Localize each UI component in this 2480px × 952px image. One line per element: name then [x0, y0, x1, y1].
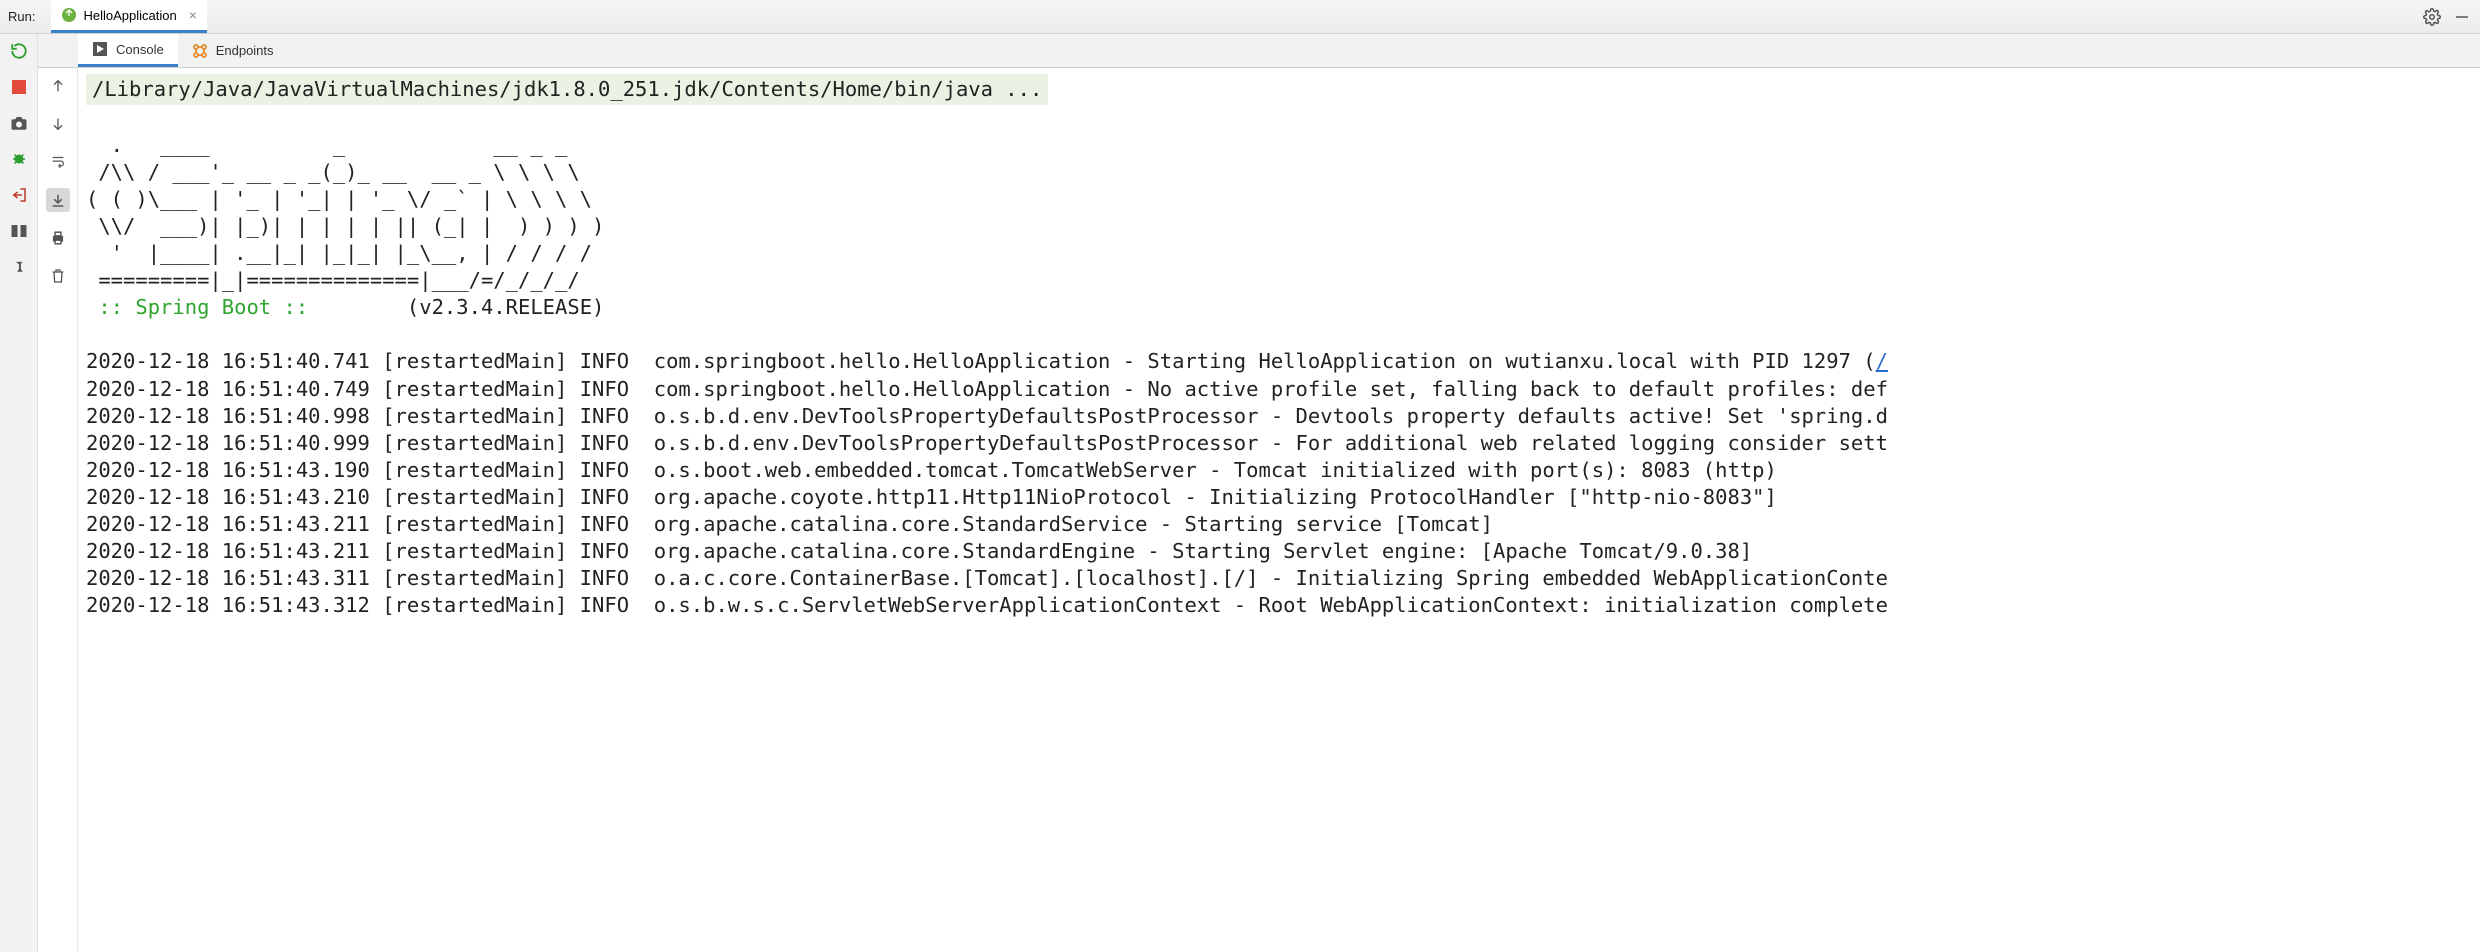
spring-boot-icon — [61, 7, 77, 23]
rerun-icon[interactable] — [8, 40, 30, 62]
run-body: Console Endpoints — [0, 34, 2480, 952]
down-arrow-icon[interactable] — [46, 112, 70, 136]
log-line: 2020-12-18 16:51:43.312 [restartedMain] … — [86, 593, 1888, 617]
console-toolbar — [38, 68, 78, 952]
tab-console[interactable]: Console — [78, 34, 178, 67]
scroll-to-end-icon[interactable] — [46, 188, 70, 212]
run-tool-window: Run: HelloApplication × — [0, 0, 2480, 952]
left-toolbar — [0, 34, 38, 952]
log-line: 2020-12-18 16:51:43.211 [restartedMain] … — [86, 512, 1493, 536]
log-line: 2020-12-18 16:51:43.210 [restartedMain] … — [86, 485, 1777, 509]
log-line: 2020-12-18 16:51:43.211 [restartedMain] … — [86, 539, 1752, 563]
up-arrow-icon[interactable] — [46, 74, 70, 98]
log-line: 2020-12-18 16:51:40.998 [restartedMain] … — [86, 404, 1888, 428]
pin-icon[interactable] — [8, 256, 30, 278]
console-output[interactable]: /Library/Java/JavaVirtualMachines/jdk1.8… — [78, 68, 2480, 952]
log-line: 2020-12-18 16:51:40.741 [restartedMain] … — [86, 349, 1888, 373]
run-label: Run: — [8, 9, 35, 24]
log-link[interactable]: / — [1876, 349, 1888, 373]
bug-icon[interactable] — [8, 148, 30, 170]
log-line: 2020-12-18 16:51:43.190 [restartedMain] … — [86, 458, 1777, 482]
run-config-tab[interactable]: HelloApplication × — [51, 0, 206, 33]
log-line: 2020-12-18 16:51:43.311 [restartedMain] … — [86, 566, 1888, 590]
layout-icon[interactable] — [8, 220, 30, 242]
tab-console-label: Console — [116, 42, 164, 57]
trash-icon[interactable] — [46, 264, 70, 288]
camera-icon[interactable] — [8, 112, 30, 134]
close-icon[interactable]: × — [189, 7, 197, 23]
print-icon[interactable] — [46, 226, 70, 250]
log-line: 2020-12-18 16:51:40.999 [restartedMain] … — [86, 431, 1888, 455]
gear-icon[interactable] — [2422, 7, 2442, 27]
endpoints-icon — [192, 43, 208, 59]
log-line: 2020-12-18 16:51:40.749 [restartedMain] … — [86, 377, 1888, 401]
stop-icon[interactable] — [8, 76, 30, 98]
exit-icon[interactable] — [8, 184, 30, 206]
tab-endpoints[interactable]: Endpoints — [178, 34, 288, 67]
soft-wrap-icon[interactable] — [46, 150, 70, 174]
console-tabs: Console Endpoints — [38, 34, 2480, 68]
spring-boot-label: :: Spring Boot :: — [86, 295, 308, 319]
java-command: /Library/Java/JavaVirtualMachines/jdk1.8… — [86, 74, 1048, 105]
tab-endpoints-label: Endpoints — [216, 43, 274, 58]
run-header: Run: HelloApplication × — [0, 0, 2480, 34]
run-config-name: HelloApplication — [83, 8, 176, 23]
play-icon — [92, 41, 108, 57]
minimize-icon[interactable] — [2452, 7, 2472, 27]
